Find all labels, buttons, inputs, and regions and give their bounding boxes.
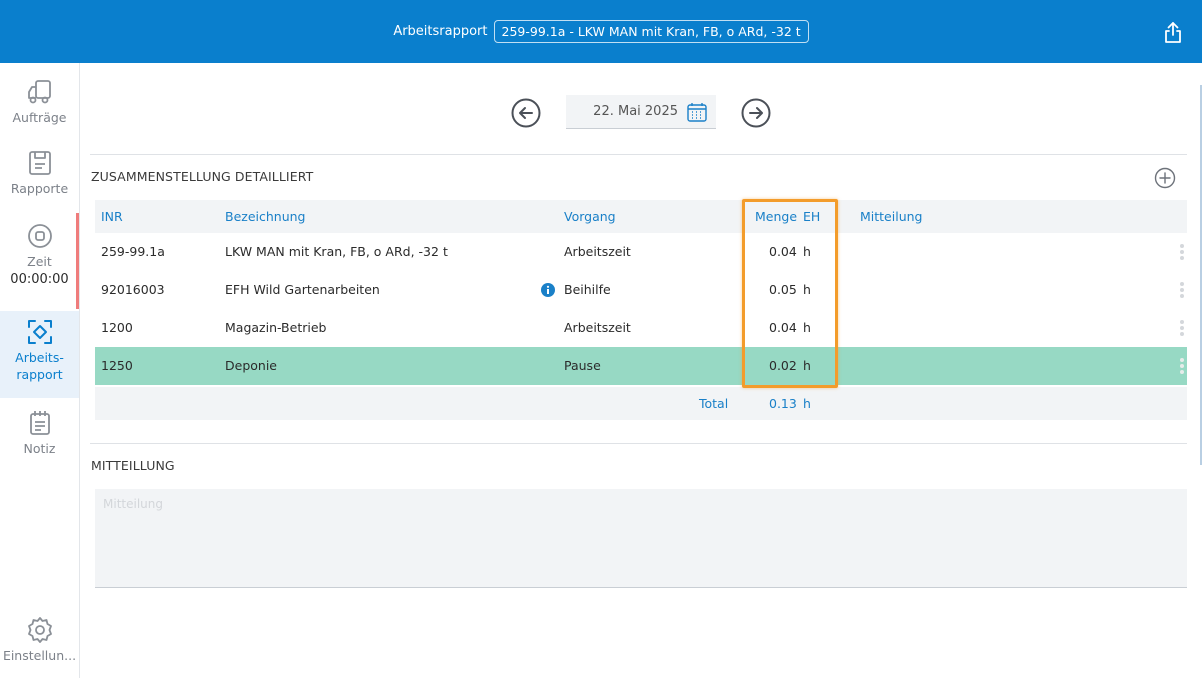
summary-section-title: ZUSAMMENSTELLUNG DETAILLIERT (91, 169, 314, 184)
sidebar-item-label: Notiz (23, 441, 56, 456)
report-icon (28, 151, 51, 175)
sidebar-item-auftraege[interactable]: Aufträge (0, 77, 79, 126)
date-field[interactable]: 22. Mai 2025 (566, 95, 716, 129)
object-selector[interactable]: 259-99.1a - LKW MAN mit Kran, FB, o ARd,… (493, 20, 809, 43)
total-value: 0.13 (769, 396, 797, 411)
cell-vorgang: Beihilfe (564, 282, 611, 297)
sidebar-item-label: Aufträge (12, 110, 67, 125)
cell-menge: 0.05 (769, 282, 797, 297)
cell-vorgang: Pause (564, 358, 601, 373)
cell-vorgang: Arbeitszeit (564, 320, 631, 335)
total-label: Total (699, 396, 729, 411)
sidebar-item-label: Arbeits- rapport (15, 350, 64, 382)
cell-bezeichnung: LKW MAN mit Kran, FB, o ARd, -32 t (225, 244, 448, 259)
table-header: INR Bezeichnung Vorgang Menge EH Mitteil… (95, 200, 1187, 233)
cell-bezeichnung: Magazin-Betrieb (225, 320, 327, 335)
sidebar-item-zeit[interactable]: Zeit 00:00:00 (0, 221, 79, 287)
calendar-icon[interactable] (686, 101, 708, 123)
column-header-eh: EH (803, 209, 821, 224)
table-row[interactable]: 1200 Magazin-Betrieb Arbeitszeit 0.04 h (95, 309, 1187, 347)
cell-bezeichnung: EFH Wild Gartenarbeiten (225, 282, 380, 297)
more-vertical-icon[interactable] (1179, 243, 1185, 261)
table-row-selected[interactable]: 1250 Deponie Pause 0.02 h (95, 347, 1187, 385)
gear-icon (27, 617, 52, 643)
top-bar: Arbeitsrapport 259-99.1a - LKW MAN mit K… (0, 0, 1202, 63)
header-label: Arbeitsrapport (393, 24, 488, 39)
sidebar-item-einstellungen[interactable]: Einstellun... (0, 615, 79, 664)
cell-inr: 1250 (101, 358, 133, 373)
scan-icon (27, 320, 52, 344)
divider (90, 154, 1187, 155)
timer-indicator-bar (76, 213, 79, 309)
cell-menge: 0.04 (769, 244, 797, 259)
column-header-mitteilung: Mitteilung (860, 209, 923, 224)
cell-eh: h (803, 358, 811, 373)
sidebar-item-label: Zeit (27, 254, 52, 269)
cell-menge: 0.04 (769, 320, 797, 335)
stop-icon (27, 224, 52, 248)
cell-inr: 92016003 (101, 282, 165, 297)
sidebar-item-arbeitsrapport[interactable]: Arbeits- rapport (0, 311, 79, 398)
total-row: Total 0.13 h (95, 387, 1187, 420)
cell-vorgang: Arbeitszeit (564, 244, 631, 259)
date-navigator: 22. Mai 2025 (510, 93, 780, 133)
sidebar-item-notiz[interactable]: Notiz (0, 408, 79, 457)
share-icon[interactable] (1162, 20, 1184, 44)
sidebar-item-label: Einstellun... (2, 648, 77, 663)
column-header-menge: Menge (755, 209, 798, 224)
more-vertical-icon[interactable] (1179, 319, 1185, 337)
table-row[interactable]: 92016003 EFH Wild Gartenarbeiten Beihilf… (95, 271, 1187, 309)
column-header-inr: INR (101, 209, 123, 224)
message-section-title: MITTEILLUNG (91, 458, 175, 473)
add-circle-icon[interactable] (1154, 167, 1176, 189)
sidebar-item-label: Rapporte (10, 181, 69, 196)
truck-icon (27, 80, 51, 104)
main-content: 22. Mai 2025 ZUSAMMENSTELLUNG DETAILLIER… (80, 63, 1200, 678)
next-day-arrow-icon[interactable] (740, 97, 772, 129)
total-unit: h (803, 396, 811, 411)
cell-eh: h (803, 320, 811, 335)
column-header-bezeichnung: Bezeichnung (225, 209, 306, 224)
cell-inr: 259-99.1a (101, 244, 165, 259)
cell-menge: 0.02 (769, 358, 797, 373)
table-row[interactable]: 259-99.1a LKW MAN mit Kran, FB, o ARd, -… (95, 233, 1187, 271)
cell-bezeichnung: Deponie (225, 358, 277, 373)
summary-table: INR Bezeichnung Vorgang Menge EH Mitteil… (95, 200, 1187, 420)
cell-eh: h (803, 282, 811, 297)
sidebar: Aufträge Rapporte Zeit 00:00:00 Arbeits-… (0, 63, 80, 678)
more-vertical-icon[interactable] (1179, 357, 1185, 375)
sidebar-item-rapporte[interactable]: Rapporte (0, 148, 79, 197)
info-icon[interactable] (541, 283, 555, 297)
more-vertical-icon[interactable] (1179, 281, 1185, 299)
date-value: 22. Mai 2025 (593, 104, 678, 119)
column-header-vorgang: Vorgang (564, 209, 616, 224)
cell-eh: h (803, 244, 811, 259)
timer-value: 00:00:00 (10, 272, 69, 287)
divider (90, 443, 1187, 444)
notepad-icon (29, 411, 50, 435)
message-input[interactable] (95, 489, 1187, 588)
cell-inr: 1200 (101, 320, 133, 335)
previous-day-arrow-icon[interactable] (510, 97, 542, 129)
